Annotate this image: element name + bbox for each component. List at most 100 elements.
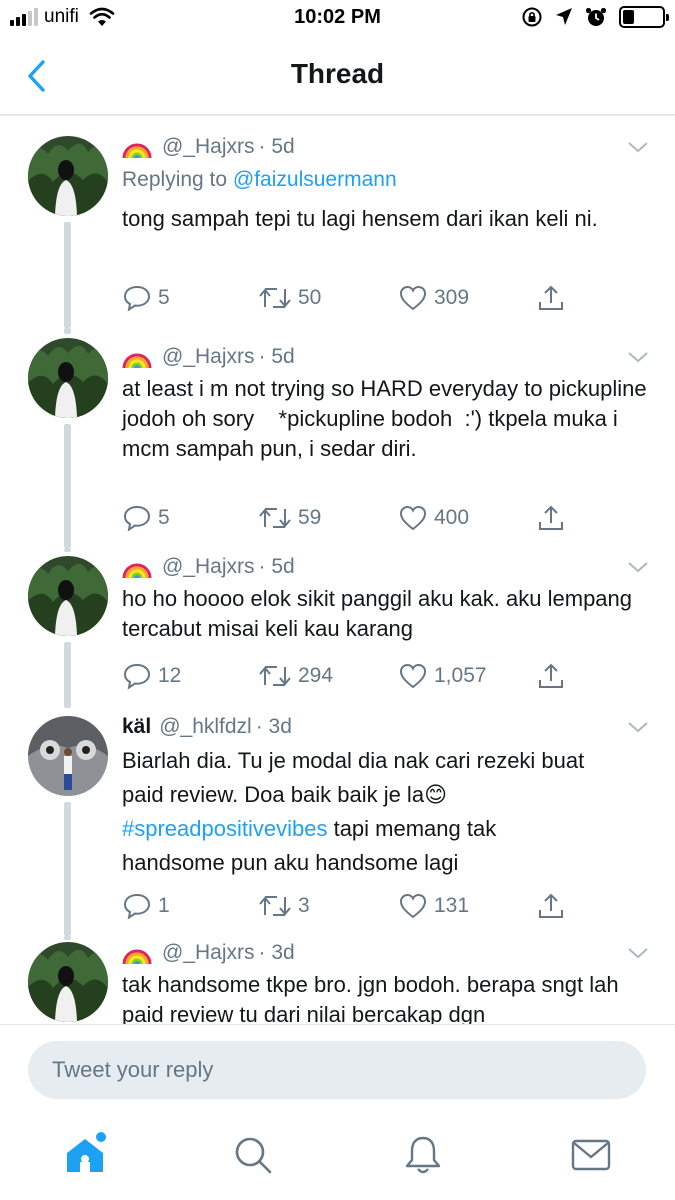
reply-count: 12 (158, 664, 182, 687)
heart-icon (399, 285, 427, 311)
share-button[interactable] (536, 660, 566, 692)
retweet-button[interactable]: 59 (258, 502, 321, 534)
tweet-header: @_Hajxrs · 5d (122, 552, 295, 582)
tweet-text: Biarlah dia. Tu je modal dia nak cari re… (122, 744, 652, 880)
alarm-icon (585, 7, 607, 26)
tweet-text-line: Biarlah dia. Tu je modal dia nak cari re… (122, 748, 585, 773)
tweet-text-line: handsome pun aku handsome lagi (122, 850, 459, 875)
status-right (521, 6, 669, 28)
share-button[interactable] (536, 282, 566, 314)
retweet-count: 3 (298, 894, 310, 917)
tab-messages[interactable] (568, 1132, 614, 1178)
tweet-header: käl @_hklfdzl · 3d (122, 712, 292, 742)
avatar[interactable] (28, 942, 108, 1022)
tweet-text-segment: paid review. Doa baik baik je la (122, 782, 425, 807)
tweet[interactable]: @_Hajxrs · 5d at least i m not trying so… (0, 328, 675, 548)
chevron-down-icon[interactable] (627, 720, 649, 734)
retweet-button[interactable]: 294 (258, 660, 333, 692)
tweet-time: · 3d (255, 715, 292, 738)
thread-connector (64, 936, 71, 940)
chevron-down-icon[interactable] (627, 560, 649, 574)
retweet-count: 294 (298, 664, 334, 687)
tweet[interactable]: käl @_hklfdzl · 3d Biarlah dia. Tu je mo… (0, 708, 675, 936)
avatar[interactable] (28, 136, 108, 216)
share-button[interactable] (536, 502, 566, 534)
reply-icon (123, 663, 151, 690)
avatar[interactable] (28, 556, 108, 636)
retweet-button[interactable]: 50 (258, 282, 321, 314)
tweet-header: @_Hajxrs · 3d (122, 938, 295, 968)
tweet-reply-input[interactable]: Tweet your reply (28, 1041, 646, 1099)
chevron-down-icon[interactable] (627, 140, 649, 154)
search-icon (235, 1137, 272, 1174)
notification-dot (96, 1132, 106, 1142)
tweet-text: at least i m not trying so HARD everyday… (122, 376, 653, 461)
tweet[interactable]: @_Hajxrs · 5d ho ho hoooo elok sikit pan… (0, 548, 675, 708)
location-icon (556, 8, 572, 25)
reply-icon (123, 505, 151, 532)
tweet-handle[interactable]: @_Hajxrs (162, 135, 255, 159)
like-button[interactable]: 1,057 (398, 660, 487, 692)
share-button[interactable] (536, 890, 566, 922)
thread-feed[interactable]: @_Hajxrs · 5d Replying to @faizulsuerman… (0, 118, 675, 1024)
retweet-count: 50 (298, 286, 322, 309)
tweet-time: · 5d (258, 555, 295, 578)
tweet-handle[interactable]: @_Hajxrs (162, 941, 255, 965)
thread-connector (64, 548, 71, 552)
tweet[interactable]: @_Hajxrs · 3d tak handsome tkpe bro. jgn… (0, 936, 675, 1024)
reply-count: 5 (158, 506, 170, 529)
tab-home[interactable] (62, 1132, 108, 1178)
status-bar: unifi 10:02 PM (0, 0, 675, 36)
avatar[interactable] (28, 716, 108, 796)
retweet-icon (259, 508, 291, 528)
tweet-header: @_Hajxrs · 5d (122, 342, 295, 372)
tweet-handle[interactable]: @_Hajxrs (162, 555, 255, 579)
retweet-button[interactable]: 3 (258, 890, 310, 922)
tab-search[interactable] (230, 1132, 276, 1178)
tweet[interactable]: @_Hajxrs · 5d Replying to @faizulsuerman… (0, 118, 675, 328)
chevron-down-icon[interactable] (627, 350, 649, 364)
heart-icon (399, 663, 427, 689)
replying-to-handle[interactable]: @faizulsuermann (233, 168, 397, 191)
reply-button[interactable]: 5 (122, 502, 170, 534)
tweet-actions: 1 3 131 (122, 890, 582, 922)
reply-bar: Tweet your reply (0, 1024, 675, 1114)
tweet-actions: 5 59 400 (122, 502, 582, 534)
chevron-down-icon[interactable] (627, 946, 649, 960)
tweet-text-segment: tapi memang tak (327, 816, 497, 841)
thread-connector (64, 222, 71, 328)
avatar[interactable] (28, 338, 108, 418)
like-button[interactable]: 309 (398, 282, 469, 314)
like-count: 400 (434, 506, 470, 529)
tweet-actions: 12 294 1,057 (122, 660, 582, 692)
reply-button[interactable]: 1 (122, 890, 170, 922)
tweet-handle[interactable]: @_hklfdzl (159, 715, 252, 739)
like-button[interactable]: 400 (398, 502, 469, 534)
thread-connector (64, 328, 71, 334)
tweet-time: · 5d (258, 135, 295, 158)
tweet-text: ho ho hoooo elok sikit panggil aku kak. … (122, 586, 633, 641)
tweet-header: @_Hajxrs · 5d (122, 132, 295, 162)
hashtag-link[interactable]: #spreadpositivevibes (122, 816, 327, 841)
tweet-display-name[interactable]: käl (122, 715, 151, 739)
tweet-text: tong sampah tepi tu lagi hensem dari ika… (122, 206, 598, 231)
thread-connector (64, 802, 71, 936)
like-count: 309 (434, 286, 470, 309)
replying-to-label: Replying to (122, 168, 233, 191)
retweet-icon (259, 666, 291, 686)
page-title: Thread (290, 58, 385, 89)
tweet-time: · 3d (258, 941, 295, 964)
tweet-text: tak handsome tkpe bro. jgn bodoh. berapa… (122, 972, 619, 1024)
reply-button[interactable]: 12 (122, 660, 181, 692)
like-button[interactable]: 131 (398, 890, 469, 922)
battery-icon (619, 6, 669, 28)
retweet-count: 59 (298, 506, 322, 529)
heart-icon (399, 893, 427, 919)
tab-notifications[interactable] (400, 1132, 446, 1178)
like-count: 1,057 (434, 664, 487, 687)
tweet-text-line: #spreadpositivevibes tapi memang tak (122, 812, 652, 846)
rainbow-icon (122, 143, 152, 159)
reply-button[interactable]: 5 (122, 282, 170, 314)
reply-count: 1 (158, 894, 170, 917)
tweet-handle[interactable]: @_Hajxrs (162, 345, 255, 369)
